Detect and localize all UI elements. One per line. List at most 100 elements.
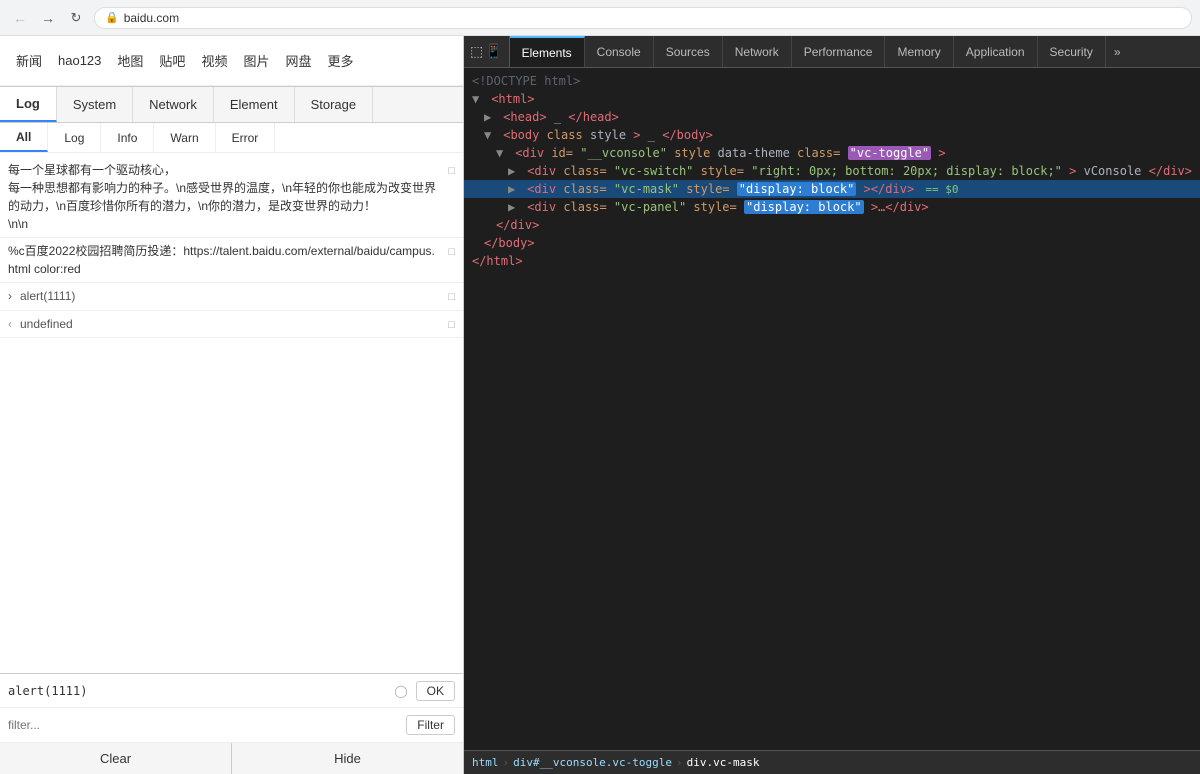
console-actions: Clear Hide [0, 742, 463, 774]
main-area: 新闻 hao123 地图 贴吧 视频 图片 网盘 更多 Log System N… [0, 36, 1200, 774]
breadcrumb-vconsole[interactable]: div#__vconsole.vc-toggle [513, 756, 672, 769]
console-output: 每一个星球都有一个驱动核心， 每一种思想都有影响力的种子。\n感受世界的温度，\… [0, 153, 463, 673]
entry-arrow-4: ‹ [8, 315, 12, 333]
devtools-tab-performance[interactable]: Performance [792, 36, 886, 67]
nav-buttons: ← → ↻ [8, 6, 88, 30]
devtools-tab-sources[interactable]: Sources [654, 36, 723, 67]
copy-btn-2[interactable]: □ [448, 244, 455, 261]
entry-arrow-3: › [8, 287, 12, 305]
url-text: baidu.com [124, 11, 179, 25]
filter-warn[interactable]: Warn [154, 123, 215, 152]
inspect-icon[interactable]: ⬚ [470, 43, 483, 60]
console-clear-button[interactable]: Clear [0, 743, 232, 774]
dom-line-body[interactable]: ▼ <body class style > _ </body> [464, 126, 1200, 144]
collapse-vc-mask[interactable]: ▶ [508, 182, 520, 196]
tab-network[interactable]: Network [133, 87, 214, 122]
head-tag: <head> [503, 110, 546, 124]
collapse-body[interactable]: ▼ [484, 128, 496, 142]
console-text-1: 每一个星球都有一个驱动核心， 每一种思想都有影响力的种子。\n感受世界的温度，\… [8, 161, 440, 233]
browser-content: 新闻 hao123 地图 贴吧 视频 图片 网盘 更多 Log System N… [0, 36, 464, 774]
tab-element[interactable]: Element [214, 87, 295, 122]
console-clear-icon[interactable]: ◯ [394, 684, 407, 698]
copy-btn-3[interactable]: □ [448, 289, 455, 306]
collapse-vc-panel[interactable]: ▶ [508, 200, 520, 214]
console-hide-button[interactable]: Hide [232, 743, 463, 774]
breadcrumb-html[interactable]: html [472, 756, 499, 769]
close-html-tag: </html> [472, 254, 523, 268]
devtools-more-tabs[interactable]: » [1106, 36, 1129, 67]
console-filter-bar: All Log Info Warn Error [0, 123, 463, 153]
html-tag: <html> [491, 92, 534, 106]
dom-line-vc-panel[interactable]: ▶ <div class= "vc-panel" style= "display… [464, 198, 1200, 216]
console-text-3: alert(1111) [20, 287, 440, 305]
nav-item-image[interactable]: 图片 [243, 51, 269, 70]
device-icon[interactable]: 📱 [485, 43, 502, 60]
nav-item-pan[interactable]: 网盘 [285, 51, 311, 70]
devtools-panel: ⬚ 📱 Elements Console Sources Network Per… [464, 36, 1200, 774]
dom-line-head[interactable]: ▶ <head> _ </head> [464, 108, 1200, 126]
dom-line-vconsole[interactable]: ▼ <div id= "__vconsole" style data-theme… [464, 144, 1200, 162]
devtools-dom-content: <!DOCTYPE html> ▼ <html> ▶ <head> _ </he… [464, 68, 1200, 750]
address-bar[interactable]: 🔒 baidu.com [94, 7, 1192, 29]
console-ok-button[interactable]: OK [416, 681, 455, 701]
dom-line-vc-switch[interactable]: ▶ <div class= "vc-switch" style= "right:… [464, 162, 1200, 180]
devtools-tab-application[interactable]: Application [954, 36, 1038, 67]
nav-item-hao123[interactable]: hao123 [58, 53, 101, 68]
devtools-tab-memory[interactable]: Memory [885, 36, 953, 67]
refresh-button[interactable]: ↻ [64, 6, 88, 30]
console-filter-input[interactable] [8, 718, 398, 732]
console-filter-row: Filter [0, 708, 463, 742]
collapse-head[interactable]: ▶ [484, 110, 496, 124]
copy-btn-1[interactable]: □ [448, 163, 455, 180]
tab-system[interactable]: System [57, 87, 133, 122]
nav-item-tieba[interactable]: 贴吧 [159, 51, 185, 70]
nav-item-news[interactable]: 新闻 [16, 51, 42, 70]
console-filter-button[interactable]: Filter [406, 715, 455, 735]
nav-item-map[interactable]: 地图 [117, 51, 143, 70]
console-text-4: undefined [20, 315, 440, 333]
filter-info[interactable]: Info [101, 123, 154, 152]
close-body-tag: </body> [484, 236, 535, 250]
console-entry-2: %c百度2022校园招聘简历投递：https://talent.baidu.co… [0, 238, 463, 283]
devtools-breadcrumb: html › div#__vconsole.vc-toggle › div.vc… [464, 750, 1200, 774]
collapse-vconsole[interactable]: ▼ [496, 146, 508, 160]
close-div-tag: </div> [496, 218, 539, 232]
nav-item-video[interactable]: 视频 [201, 51, 227, 70]
devtools-tab-console[interactable]: Console [585, 36, 654, 67]
devtools-tab-security[interactable]: Security [1038, 36, 1106, 67]
tab-log[interactable]: Log [0, 87, 57, 122]
tab-storage[interactable]: Storage [295, 87, 374, 122]
devtools-tab-network[interactable]: Network [723, 36, 792, 67]
filter-all[interactable]: All [0, 123, 48, 152]
baidu-nav: 新闻 hao123 地图 贴吧 视频 图片 网盘 更多 [0, 36, 463, 86]
nav-item-more[interactable]: 更多 [327, 51, 353, 70]
forward-button[interactable]: → [36, 6, 60, 30]
vc-mask-style-highlight: "display: block" [737, 182, 857, 196]
collapse-vc-switch[interactable]: ▶ [508, 164, 520, 178]
dom-line-close-body[interactable]: </body> [464, 234, 1200, 252]
devtools-tabs: ⬚ 📱 Elements Console Sources Network Per… [464, 36, 1200, 68]
devtools-tab-elements[interactable]: Elements [510, 36, 585, 67]
back-button[interactable]: ← [8, 6, 32, 30]
doctype-text: <!DOCTYPE html> [472, 74, 580, 88]
console-text-2: %c百度2022校园招聘简历投递：https://talent.baidu.co… [8, 242, 440, 278]
vc-panel-style-highlight: "display: block" [744, 200, 864, 214]
breadcrumb-mask[interactable]: div.vc-mask [687, 756, 760, 769]
console-input-row: ◯ OK [0, 674, 463, 708]
copy-btn-4[interactable]: □ [448, 317, 455, 334]
filter-log[interactable]: Log [48, 123, 101, 152]
console-input-area: ◯ OK Filter Clear Hide [0, 673, 463, 774]
dollar-zero: == $0 [925, 183, 958, 196]
head-ellipsis: _ [554, 110, 561, 124]
collapse-html[interactable]: ▼ [472, 92, 484, 106]
lock-icon: 🔒 [105, 11, 119, 24]
vconsole-div-tag: <div [515, 146, 551, 160]
filter-error[interactable]: Error [216, 123, 276, 152]
dom-line-vc-mask[interactable]: ▶ <div class= "vc-mask" style= "display:… [464, 180, 1200, 198]
dom-line-doctype[interactable]: <!DOCTYPE html> [464, 72, 1200, 90]
vc-toggle-highlight: "vc-toggle" [848, 146, 931, 160]
dom-line-close-div[interactable]: </div> [464, 216, 1200, 234]
console-input[interactable] [8, 684, 386, 698]
dom-line-close-html[interactable]: </html> [464, 252, 1200, 270]
dom-line-html[interactable]: ▼ <html> [464, 90, 1200, 108]
